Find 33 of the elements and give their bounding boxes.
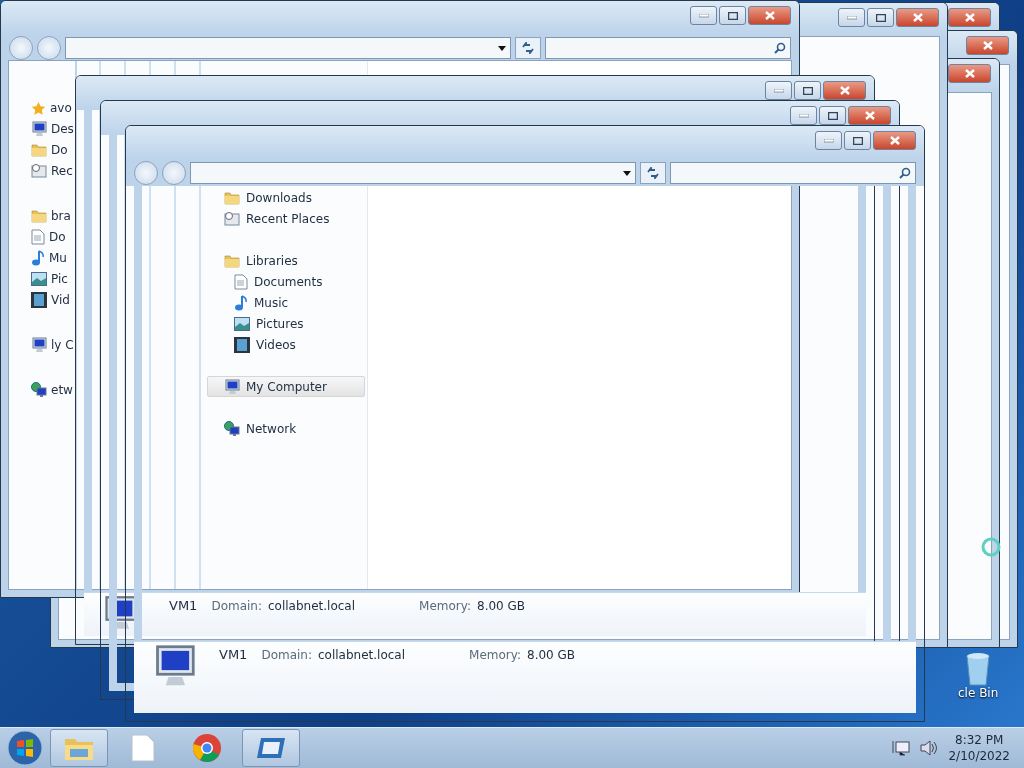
nav-item[interactable]: Pictures xyxy=(207,313,365,334)
nav-item[interactable]: ly C xyxy=(31,336,74,354)
computer-name: VM1 xyxy=(219,646,248,664)
nav-item[interactable]: Libraries xyxy=(207,250,365,271)
nav-item[interactable]: Music xyxy=(207,292,365,313)
domain-label: Domain: xyxy=(211,598,262,615)
nav-item[interactable]: Videos xyxy=(207,334,365,355)
clock-time[interactable]: 8:32 PM xyxy=(955,732,1004,748)
nav-item[interactable]: Downloads xyxy=(207,187,365,208)
domain-value: collabnet.local xyxy=(318,647,406,664)
nav-item[interactable]: Documents xyxy=(207,271,365,292)
memory-value: 8.00 GB xyxy=(477,598,526,615)
nav-item[interactable]: etw xyxy=(31,381,73,399)
nav-item[interactable]: Recent Places xyxy=(207,208,365,229)
memory-value: 8.00 GB xyxy=(527,647,576,664)
nav-item[interactable]: Network xyxy=(207,418,365,439)
nav-item[interactable]: Des xyxy=(31,120,74,138)
nav-item[interactable]: Vid xyxy=(31,291,70,309)
nav-item[interactable]: Pic xyxy=(31,270,68,288)
nav-item[interactable]: Do xyxy=(31,228,66,246)
nav-item[interactable]: avo xyxy=(31,99,72,117)
clock-date[interactable]: 2/10/2022 xyxy=(948,748,1010,764)
desktop-icon-label[interactable]: cle Bin xyxy=(958,686,999,700)
nav-item[interactable]: Rec xyxy=(31,162,73,180)
memory-label: Memory: xyxy=(419,598,472,615)
nav-item[interactable]: My Computer xyxy=(207,376,365,397)
computer-name: VM1 xyxy=(169,597,198,615)
nav-item[interactable]: bra xyxy=(31,207,71,225)
domain-value: collabnet.local xyxy=(268,598,356,615)
nav-item[interactable]: Do xyxy=(31,141,68,159)
nav-item[interactable]: Mu xyxy=(31,249,67,267)
domain-label: Domain: xyxy=(261,647,312,664)
memory-label: Memory: xyxy=(469,647,522,664)
